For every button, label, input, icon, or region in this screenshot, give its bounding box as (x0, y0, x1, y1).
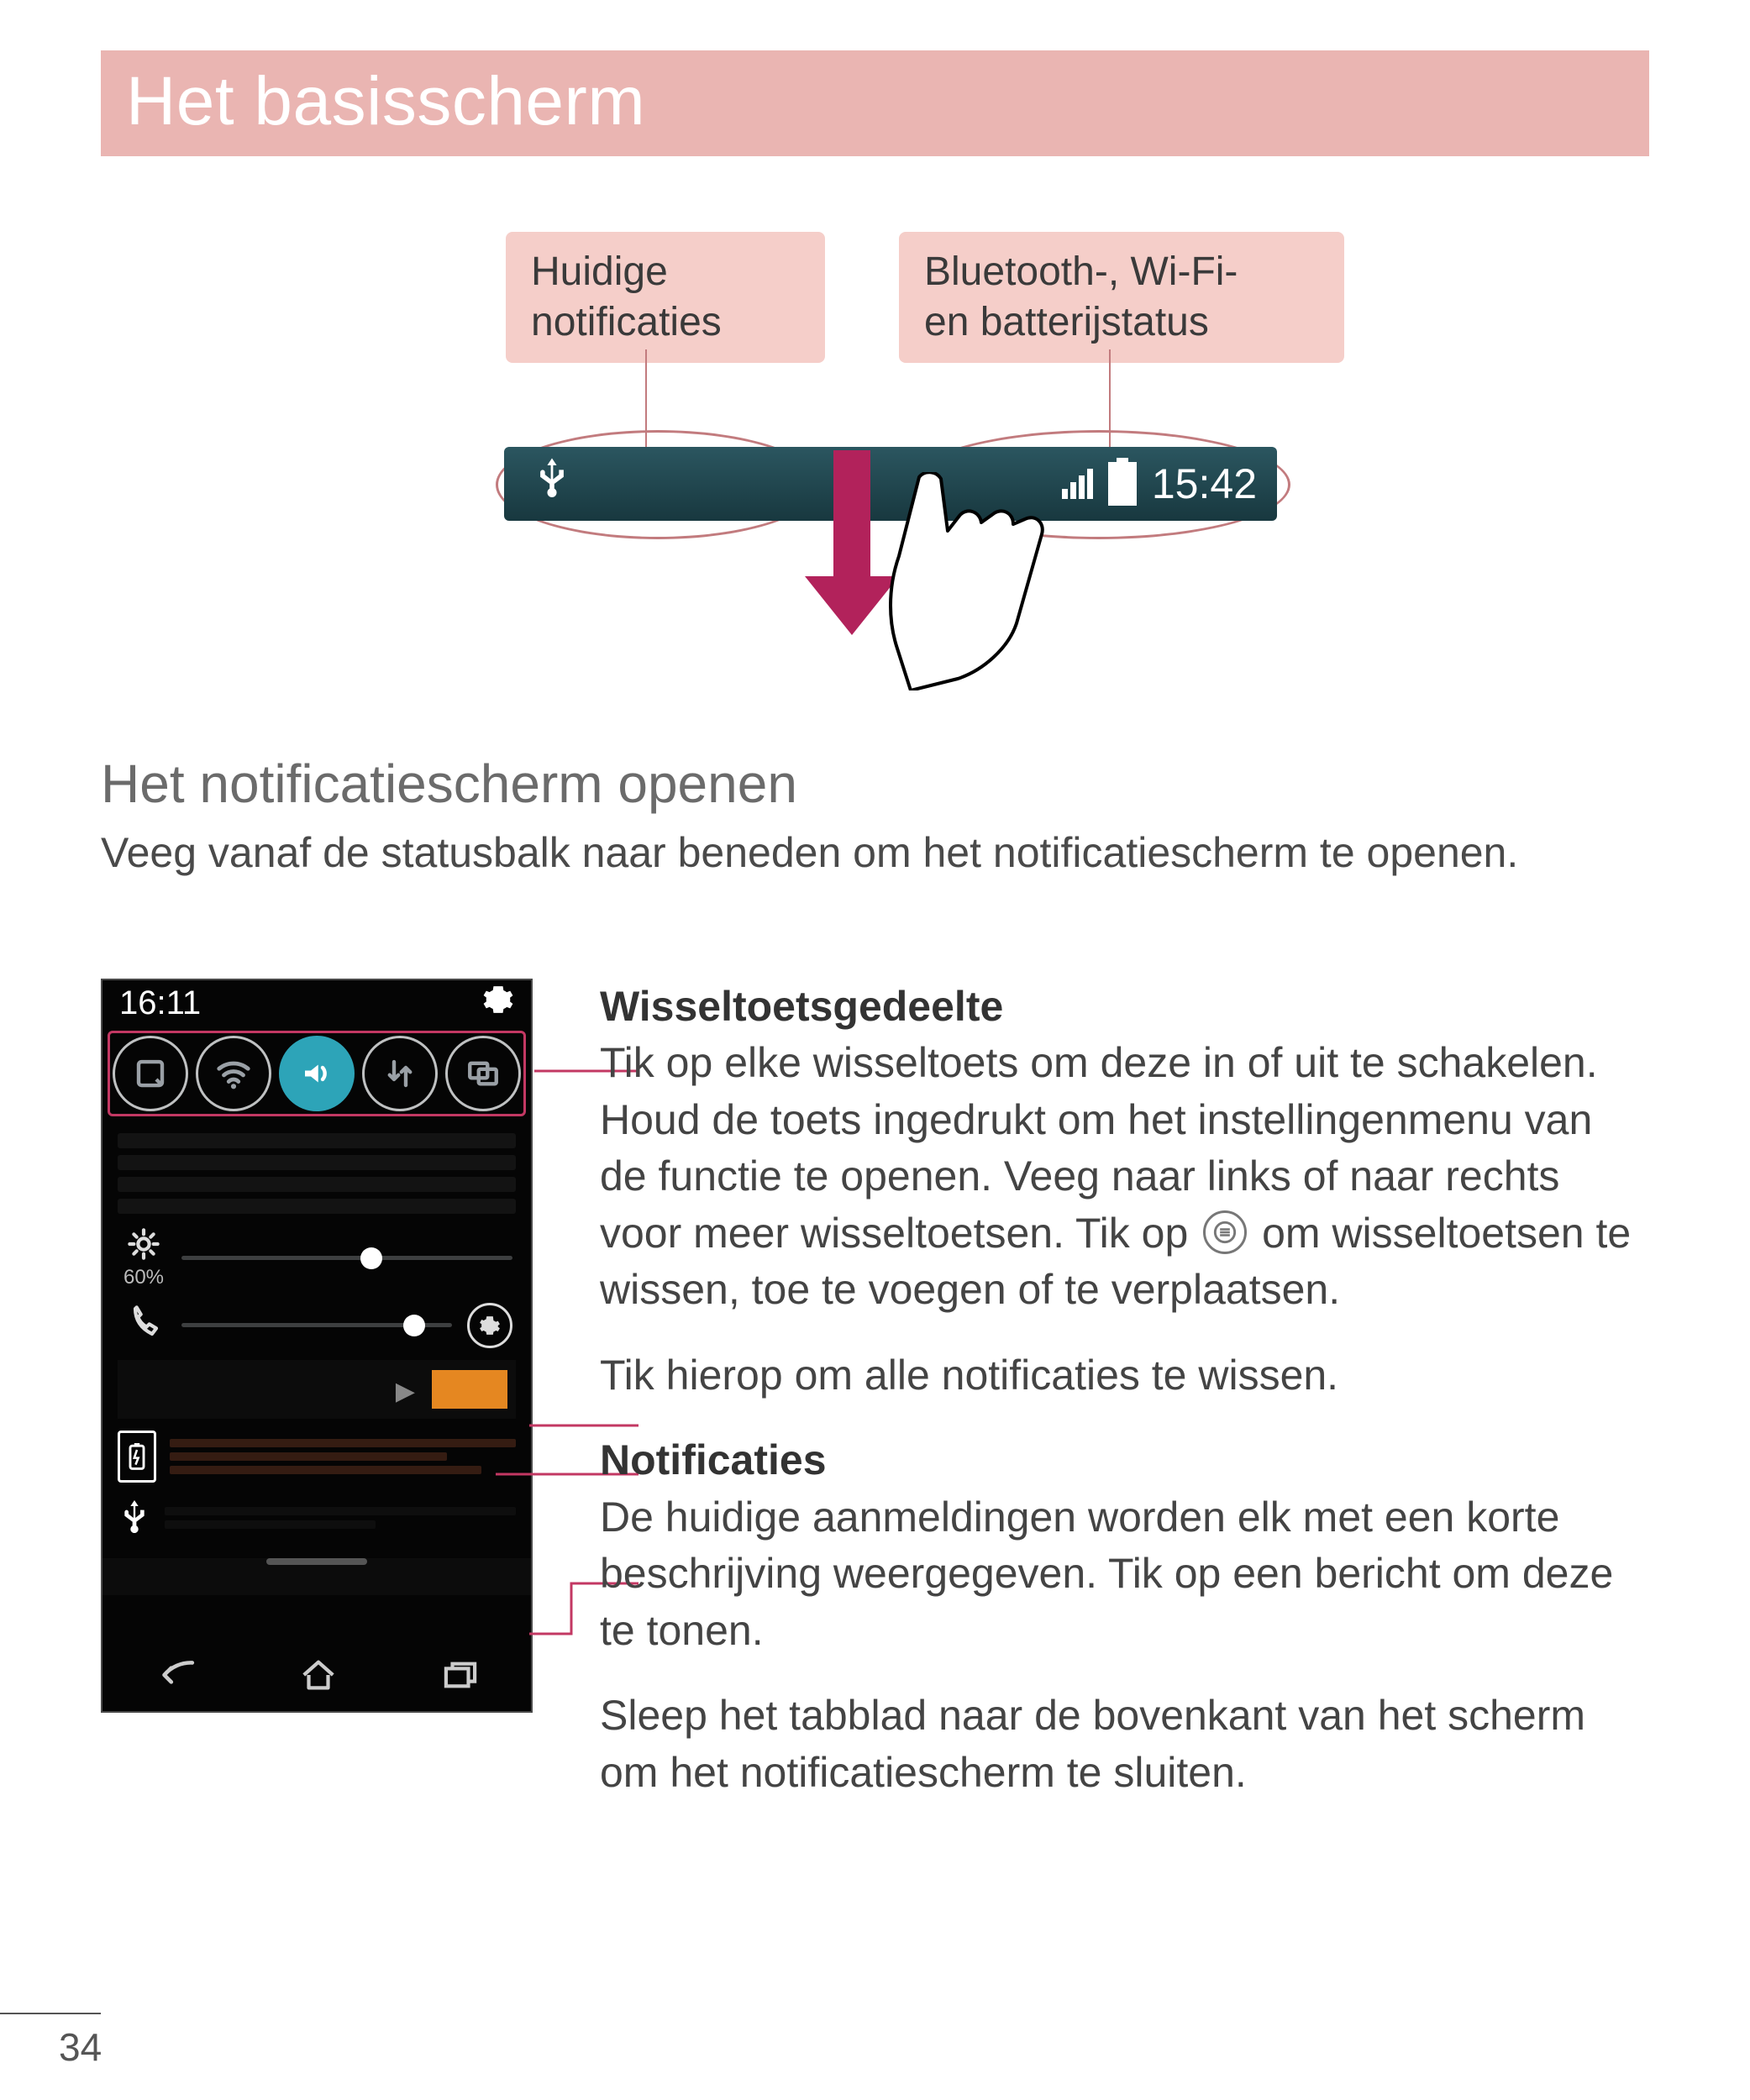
section-body: Veeg vanaf de statusbalk naar beneden om… (101, 825, 1649, 882)
section-heading: Het notificatiescherm openen (101, 753, 1649, 815)
usb-icon (118, 1494, 151, 1541)
toggle-buttons-row (102, 1027, 531, 1123)
toggle-section-title: Wisseltoetsgedeelte (600, 979, 1649, 1036)
toggle-sound[interactable] (279, 1036, 355, 1111)
navigation-bar (102, 1647, 531, 1711)
callout-current-notifications: Huidige notificaties (506, 232, 825, 363)
battery-icon (1108, 462, 1137, 506)
volume-slider[interactable] (181, 1323, 452, 1327)
phone-time: 16:11 (119, 984, 201, 1022)
back-button-icon[interactable] (154, 1659, 196, 1699)
callout-status-icons: Bluetooth-, Wi-Fi- en batterijstatus (899, 232, 1344, 363)
brightness-icon (121, 1227, 166, 1269)
volume-settings-icon[interactable] (467, 1303, 512, 1348)
notification-panel-screenshot: 16:11 (101, 979, 533, 1713)
notifications-title: Notificaties (600, 1432, 1649, 1489)
play-icon[interactable]: ▶ (396, 1377, 415, 1406)
toggle-quickmemo[interactable] (113, 1036, 188, 1111)
home-button-icon[interactable] (299, 1658, 338, 1700)
close-panel-explain: Sleep het tabblad naar de bovenkant van … (600, 1688, 1649, 1801)
callout-status-icons-text: Bluetooth-, Wi-Fi- en batterijstatus (924, 249, 1238, 344)
page-title-bar: Het basisscherm (101, 50, 1649, 156)
usb-icon (538, 459, 566, 510)
hand-icon (882, 472, 1075, 695)
clear-all-button[interactable] (432, 1370, 507, 1409)
notifications-explain: Notificaties De huidige aanmeldingen wor… (600, 1432, 1649, 1659)
toggle-section-explain: Wisseltoetsgedeelte Tik op elke wisselto… (600, 979, 1649, 1319)
edit-toggles-icon (1203, 1210, 1247, 1254)
notification-item[interactable] (118, 1431, 516, 1483)
media-notification[interactable]: ▶ (118, 1360, 516, 1419)
notification-item[interactable] (118, 1494, 516, 1541)
panel-drag-handle[interactable] (102, 1558, 531, 1595)
brightness-percent: 60% (123, 1266, 164, 1289)
qslide-apps-row (102, 1123, 531, 1221)
callout-current-notifications-text: Huidige notificaties (531, 249, 722, 344)
statusbar-time: 15:42 (1152, 459, 1257, 508)
brightness-slider-row[interactable]: 60% (102, 1221, 531, 1296)
toggle-data[interactable] (362, 1036, 438, 1111)
volume-slider-row[interactable] (102, 1296, 531, 1355)
notifications-body: De huidige aanmeldingen worden elk met e… (600, 1494, 1613, 1654)
toggle-qslide[interactable] (445, 1036, 521, 1111)
brightness-slider[interactable] (181, 1256, 512, 1260)
page-number: 34 (59, 2024, 102, 2070)
statusbar-diagram: Huidige notificaties Bluetooth-, Wi-Fi- … (101, 232, 1649, 727)
clear-all-explain: Tik hierop om alle notificaties te wisse… (600, 1347, 1649, 1404)
settings-gear-icon[interactable] (482, 984, 514, 1024)
phone-volume-icon (121, 1305, 166, 1347)
recent-apps-button-icon[interactable] (441, 1659, 480, 1699)
battery-charging-icon (118, 1431, 156, 1483)
toggle-wifi[interactable] (196, 1036, 271, 1111)
page-title-text: Het basisscherm (126, 63, 645, 139)
